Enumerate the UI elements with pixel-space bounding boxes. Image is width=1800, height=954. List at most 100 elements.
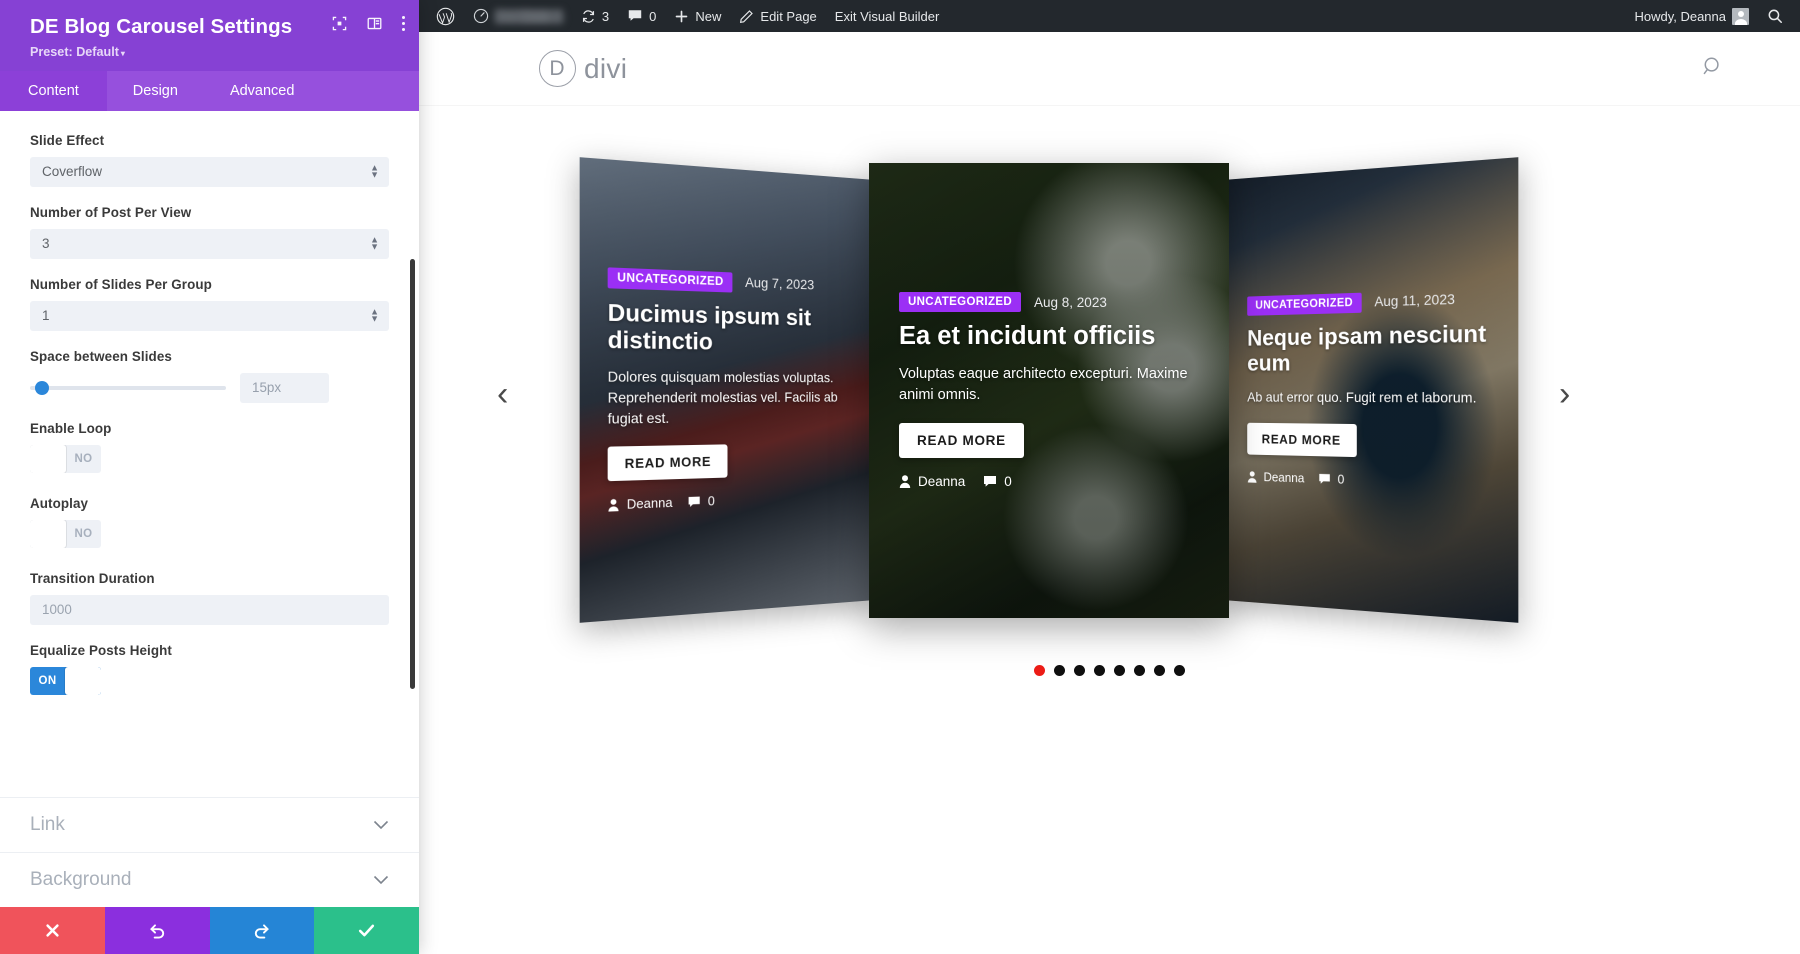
slider-handle[interactable] <box>34 380 49 395</box>
page-preview: Divi Code A 3 0 New Edit Page Exit Visua… <box>419 0 1800 954</box>
fullscreen-icon[interactable] <box>332 16 347 31</box>
read-more-button[interactable]: READ MORE <box>607 444 728 482</box>
field-slide-effect: Slide Effect Coverflow ▲ ▼ <box>30 133 389 187</box>
transition-duration-input[interactable]: 1000 <box>30 594 389 625</box>
category-badge[interactable]: UNCATEGORIZED <box>607 266 733 293</box>
edit-page-menu[interactable]: Edit Page <box>730 0 825 32</box>
comments-menu[interactable]: 0 <box>618 0 665 32</box>
search-icon <box>1703 57 1719 75</box>
pagination-dot[interactable] <box>1114 665 1125 676</box>
comments-count: 0 <box>649 8 657 24</box>
layout-columns-icon[interactable] <box>367 16 382 31</box>
autoplay-toggle[interactable]: NO <box>30 519 101 548</box>
carousel-slide[interactable]: UNCATEGORIZED Aug 7, 2023 Ducimus ipsum … <box>579 157 874 623</box>
divi-logo-mark: D <box>539 50 576 87</box>
space-between-slides-input[interactable]: 15px <box>240 372 329 403</box>
pagination-dot[interactable] <box>1154 665 1165 676</box>
user-icon <box>899 474 911 488</box>
tab-design[interactable]: Design <box>107 71 204 111</box>
post-date: Aug 7, 2023 <box>745 275 815 293</box>
avatar <box>1732 7 1749 25</box>
more-options-icon[interactable] <box>402 16 405 31</box>
carousel-slides: UNCATEGORIZED Aug 7, 2023 Ducimus ipsum … <box>419 157 1800 623</box>
new-content-menu[interactable]: New <box>665 0 730 32</box>
panel-accordion-sections: Link Background <box>0 797 419 907</box>
slides-per-group-select[interactable]: 1 ▲ ▼ <box>30 300 389 331</box>
undo-icon <box>149 924 164 939</box>
post-title[interactable]: Neque ipsam nesciunt eum <box>1247 320 1490 377</box>
updates-count: 3 <box>601 8 610 24</box>
panel-preset-selector[interactable]: Preset: Default ▾ <box>30 45 399 59</box>
enable-loop-state: NO <box>74 452 93 465</box>
post-author: Deanna <box>899 474 965 489</box>
tab-advanced[interactable]: Advanced <box>204 71 321 111</box>
updates-menu[interactable]: 3 <box>572 0 618 32</box>
category-badge[interactable]: UNCATEGORIZED <box>899 292 1022 313</box>
panel-scrollbar[interactable] <box>410 258 415 689</box>
post-comments: 0 <box>688 494 715 509</box>
field-transition-duration: Transition Duration 1000 <box>30 571 389 625</box>
space-between-slides-slider[interactable] <box>30 380 226 395</box>
divi-logo-text: divi <box>584 52 628 84</box>
accordion-background-label: Background <box>30 869 132 890</box>
posts-per-view-select[interactable]: 3 ▲ ▼ <box>30 228 389 259</box>
autoplay-label: Autoplay <box>30 495 89 511</box>
dashboard-icon <box>473 8 489 24</box>
select-arrows-icon: ▲ ▼ <box>370 162 379 180</box>
carousel-pagination <box>419 665 1800 676</box>
equalize-posts-height-toggle[interactable]: ON <box>30 666 101 695</box>
field-equalize-posts-height: Equalize Posts Height ON <box>30 643 389 695</box>
panel-header: DE Blog Carousel Settings Preset: Defaul… <box>0 0 419 71</box>
admin-search-button[interactable] <box>1758 0 1792 32</box>
enable-loop-toggle[interactable]: NO <box>30 444 101 473</box>
preset-label: Preset: Default <box>30 44 119 59</box>
site-search-button[interactable] <box>1702 55 1724 82</box>
divi-logo[interactable]: D divi <box>539 50 627 87</box>
wp-admin-bar: Divi Code A 3 0 New Edit Page Exit Visua… <box>419 0 1800 32</box>
exit-visual-builder-label: Exit Visual Builder <box>834 8 940 24</box>
slides-per-group-value: 1 <box>42 308 50 324</box>
carousel-slide[interactable]: UNCATEGORIZED Aug 11, 2023 Neque ipsam n… <box>1224 157 1519 623</box>
pagination-dot[interactable] <box>1054 665 1065 676</box>
save-button[interactable] <box>314 907 419 954</box>
slide-effect-select[interactable]: Coverflow ▲ ▼ <box>30 156 389 187</box>
user-icon <box>1247 471 1257 483</box>
post-comments: 0 <box>983 474 1012 489</box>
pagination-dot[interactable] <box>1034 665 1045 676</box>
accordion-background[interactable]: Background <box>0 852 419 907</box>
comment-bubble-icon <box>688 496 700 508</box>
carousel-slide[interactable]: UNCATEGORIZED Aug 8, 2023 Ea et incidunt… <box>869 163 1229 618</box>
comment-bubble-icon <box>1319 474 1330 485</box>
read-more-button[interactable]: READ MORE <box>899 422 1024 458</box>
pagination-dot[interactable] <box>1094 665 1105 676</box>
updates-icon <box>582 9 594 23</box>
discard-button[interactable] <box>0 907 105 954</box>
read-more-button[interactable]: READ MORE <box>1247 422 1357 458</box>
category-badge[interactable]: UNCATEGORIZED <box>1247 292 1362 316</box>
module-settings-panel: DE Blog Carousel Settings Preset: Defaul… <box>0 0 419 954</box>
pagination-dot[interactable] <box>1074 665 1085 676</box>
post-comments: 0 <box>1318 472 1344 487</box>
wordpress-logo-icon[interactable] <box>427 0 464 32</box>
exit-visual-builder-menu[interactable]: Exit Visual Builder <box>826 0 949 32</box>
panel-action-bar <box>0 907 419 954</box>
slide-effect-label: Slide Effect <box>30 132 105 148</box>
equalize-posts-height-label: Equalize Posts Height <box>30 642 172 658</box>
post-title[interactable]: Ea et incidunt officiis <box>899 322 1199 352</box>
select-arrows-icon: ▲ ▼ <box>370 234 379 252</box>
posts-per-view-label: Number of Post Per View <box>30 204 192 220</box>
tab-content[interactable]: Content <box>0 70 107 111</box>
account-menu[interactable]: Howdy, Deanna <box>1625 0 1758 32</box>
redo-button[interactable] <box>209 907 315 954</box>
site-name-menu[interactable]: Divi Code A <box>464 0 572 32</box>
close-icon <box>46 924 59 937</box>
toggle-knob <box>30 444 66 473</box>
post-title[interactable]: Ducimus ipsum sit distinctio <box>608 298 851 357</box>
pagination-dot[interactable] <box>1134 665 1145 676</box>
site-name-label: Divi Code A <box>495 8 563 24</box>
accordion-link[interactable]: Link <box>0 797 419 852</box>
transition-duration-value: 1000 <box>42 602 72 618</box>
pagination-dot[interactable] <box>1174 665 1185 676</box>
check-icon <box>359 924 375 937</box>
undo-button[interactable] <box>104 907 210 954</box>
